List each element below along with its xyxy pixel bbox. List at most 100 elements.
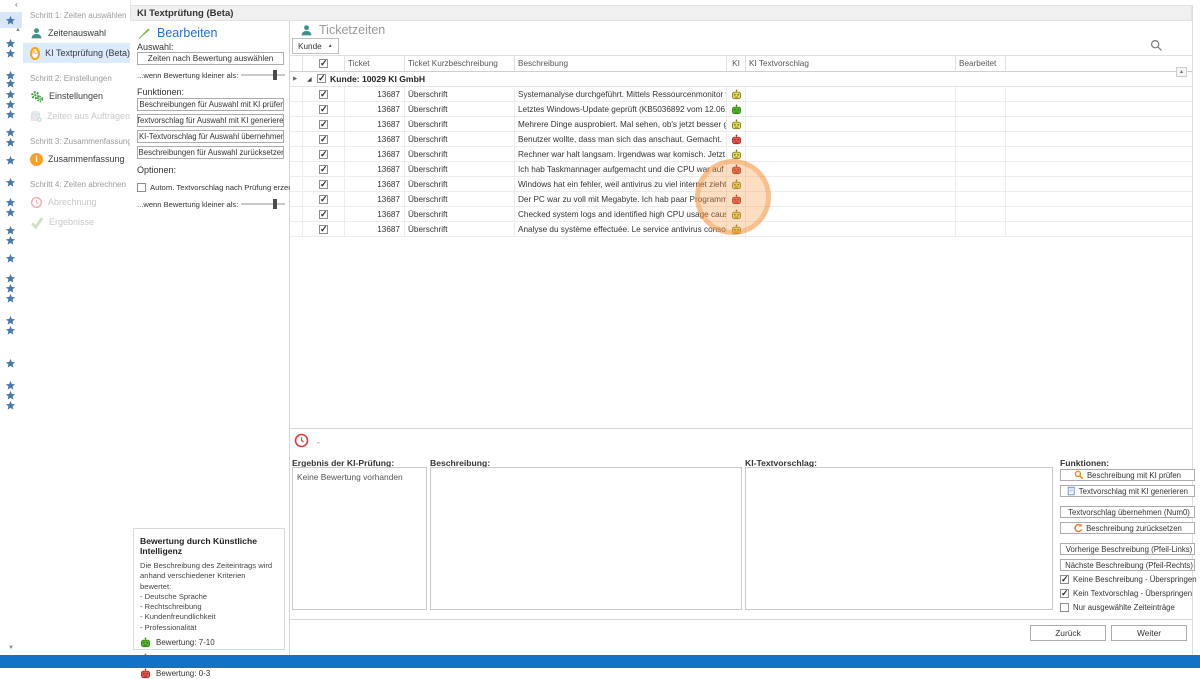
star-icon[interactable] (5, 358, 16, 369)
row-checkbox[interactable] (319, 225, 328, 234)
table-row[interactable]: 13687 Überschrift Letztes Windows-Update… (290, 102, 1192, 117)
robot-rating-icon (731, 89, 742, 100)
cell-ticket: 13687 (345, 162, 405, 176)
header-ticket[interactable]: Ticket (345, 56, 405, 71)
apply-suggestion-button[interactable]: Textvorschlag übernehmen (Num0) (1060, 506, 1195, 518)
table-row[interactable]: 13687 Überschrift Ich hab Taskmannager a… (290, 162, 1192, 177)
header-kurzbeschreibung[interactable]: Ticket Kurzbeschreibung (405, 56, 515, 71)
generate-suggestions-ai-button[interactable]: Textvorschlag für Auswahl mit KI generie… (137, 114, 284, 127)
only-selected-entries-checkbox[interactable] (1060, 603, 1069, 612)
reset-description-button[interactable]: Beschreibung zurücksetzen (1060, 522, 1195, 534)
row-checkbox[interactable] (319, 165, 328, 174)
group-expand-icon[interactable]: ◢ (307, 76, 312, 83)
star-icon[interactable] (5, 207, 16, 218)
header-beschreibung[interactable]: Beschreibung (515, 56, 727, 71)
group-row-kunde[interactable]: ▶ ◢ Kunde: 10029 KI GmbH (290, 72, 1192, 87)
row-checkbox[interactable] (319, 105, 328, 114)
table-row[interactable]: 13687 Überschrift Analyse du système eff… (290, 222, 1192, 237)
robot-rating-icon (731, 119, 742, 130)
sidebar-item-einstellungen[interactable]: Einstellungen (23, 86, 130, 106)
row-checkbox[interactable] (319, 180, 328, 189)
sidebar-item-label: Einstellungen (49, 91, 103, 101)
wizard-sidebar: Schritt 1: Zeiten auswählen Zeitenauswah… (23, 0, 131, 655)
slider-handle[interactable] (273, 199, 277, 209)
row-checkbox-cell[interactable] (303, 132, 345, 146)
table-row[interactable]: 13687 Überschrift Windows hat ein fehler… (290, 177, 1192, 192)
star-icon[interactable] (5, 177, 16, 188)
check-description-ai-button[interactable]: Beschreibung mit KI prüfen (1060, 469, 1195, 481)
collapse-chevron-icon[interactable]: ‹ (15, 0, 18, 9)
scroll-down-icon[interactable]: ▼ (8, 645, 14, 651)
row-checkbox-cell[interactable] (303, 222, 345, 236)
next-button[interactable]: Weiter (1111, 625, 1187, 641)
previous-description-button[interactable]: Vorherige Beschreibung (Pfeil-Links) (1060, 543, 1195, 555)
row-checkbox[interactable] (319, 210, 328, 219)
apply-suggestions-button[interactable]: KI-Textvorschlag für Auswahl übernehmen (137, 130, 284, 143)
group-by-kunde-chip[interactable]: Kunde ▲ (292, 38, 339, 54)
star-icon[interactable] (5, 293, 16, 304)
row-checkbox-cell[interactable] (303, 207, 345, 221)
header-bearbeitet[interactable]: Bearbeitet (956, 56, 1006, 71)
table-row[interactable]: 13687 Überschrift Mehrere Dinge ausprobi… (290, 117, 1192, 132)
generate-suggestion-ai-button[interactable]: Textvorschlag mit KI generieren (1060, 485, 1195, 497)
star-icon[interactable] (5, 235, 16, 246)
row-checkbox[interactable] (319, 90, 328, 99)
star-icon[interactable] (5, 48, 16, 59)
row-checkbox[interactable] (319, 135, 328, 144)
edit-panel: Bearbeiten Auswahl: Zeiten nach Bewertun… (130, 21, 290, 655)
star-icon[interactable] (5, 137, 16, 148)
row-checkbox-cell[interactable] (303, 87, 345, 101)
star-icon[interactable] (5, 109, 16, 120)
search-icon[interactable] (1150, 39, 1163, 52)
select-all-checkbox[interactable] (319, 59, 328, 68)
skip-no-description-checkbox[interactable] (1060, 575, 1069, 584)
ticket-table: Ticket Ticket Kurzbeschreibung Beschreib… (290, 55, 1192, 237)
select-by-rating-button[interactable]: Zeiten nach Bewertung auswählen (137, 52, 284, 65)
textvorschlag-textbox[interactable] (745, 467, 1053, 610)
group-checkbox[interactable] (317, 74, 326, 83)
table-row[interactable]: 13687 Überschrift Benutzer wollte, dass … (290, 132, 1192, 147)
table-row[interactable]: 13687 Überschrift Der PC war zu voll mit… (290, 192, 1192, 207)
star-icon[interactable] (5, 155, 16, 166)
ergebnis-textbox[interactable]: Keine Bewertung vorhanden (292, 467, 427, 610)
sidebar-item-zusammenfassung[interactable]: i Zusammenfassung (23, 149, 130, 169)
header-ki-textvorschlag[interactable]: KI Textvorschlag (746, 56, 956, 71)
legend-criterion: - Deutsche Sprache (140, 592, 278, 602)
table-row[interactable]: 13687 Überschrift Rechner war halt langs… (290, 147, 1192, 162)
back-button[interactable]: Zurück (1030, 625, 1106, 641)
rating-threshold-slider-row: ...wenn Bewertung kleiner als: 7 (137, 70, 284, 80)
cell-kurzbeschreibung: Überschrift (405, 87, 515, 101)
header-ki[interactable]: KI (727, 56, 746, 71)
table-row[interactable]: 13687 Überschrift Checked system logs an… (290, 207, 1192, 222)
row-checkbox-cell[interactable] (303, 117, 345, 131)
beschreibung-textbox[interactable] (430, 467, 742, 610)
reset-descriptions-button[interactable]: Beschreibungen für Auswahl zurücksetzen (137, 146, 284, 159)
rating-slider[interactable] (241, 74, 285, 76)
star-icon[interactable] (5, 78, 16, 89)
skip-no-suggestion-checkbox[interactable] (1060, 589, 1069, 598)
cell-ki-textvorschlag (746, 132, 956, 146)
row-checkbox[interactable] (319, 120, 328, 129)
next-description-button[interactable]: Nächste Beschreibung (Pfeil-Rechts) (1060, 559, 1195, 571)
row-checkbox-cell[interactable] (303, 162, 345, 176)
star-icon[interactable] (5, 15, 16, 26)
row-checkbox[interactable] (319, 195, 328, 204)
row-checkbox-cell[interactable] (303, 177, 345, 191)
star-icon[interactable] (5, 325, 16, 336)
cell-kurzbeschreibung: Überschrift (405, 117, 515, 131)
row-checkbox[interactable] (319, 150, 328, 159)
star-icon[interactable] (5, 253, 16, 264)
auto-suggestion-checkbox[interactable] (137, 183, 146, 192)
rating-slider-2[interactable] (241, 203, 285, 205)
star-icon[interactable] (5, 400, 16, 411)
slider-handle[interactable] (273, 70, 277, 80)
sidebar-item-zeitenauswahl[interactable]: Zeitenauswahl (23, 23, 130, 43)
scroll-top-button[interactable]: ▲ (1176, 67, 1187, 77)
row-checkbox-cell[interactable] (303, 147, 345, 161)
header-select-all-cell[interactable] (303, 56, 345, 71)
row-checkbox-cell[interactable] (303, 192, 345, 206)
sidebar-item-ki-textpruefung[interactable]: KI KI Textprüfung (Beta) (23, 43, 130, 63)
table-row[interactable]: 13687 Überschrift Systemanalyse durchgef… (290, 87, 1192, 102)
row-checkbox-cell[interactable] (303, 102, 345, 116)
check-descriptions-ai-button[interactable]: Beschreibungen für Auswahl mit KI prüfen (137, 98, 284, 111)
